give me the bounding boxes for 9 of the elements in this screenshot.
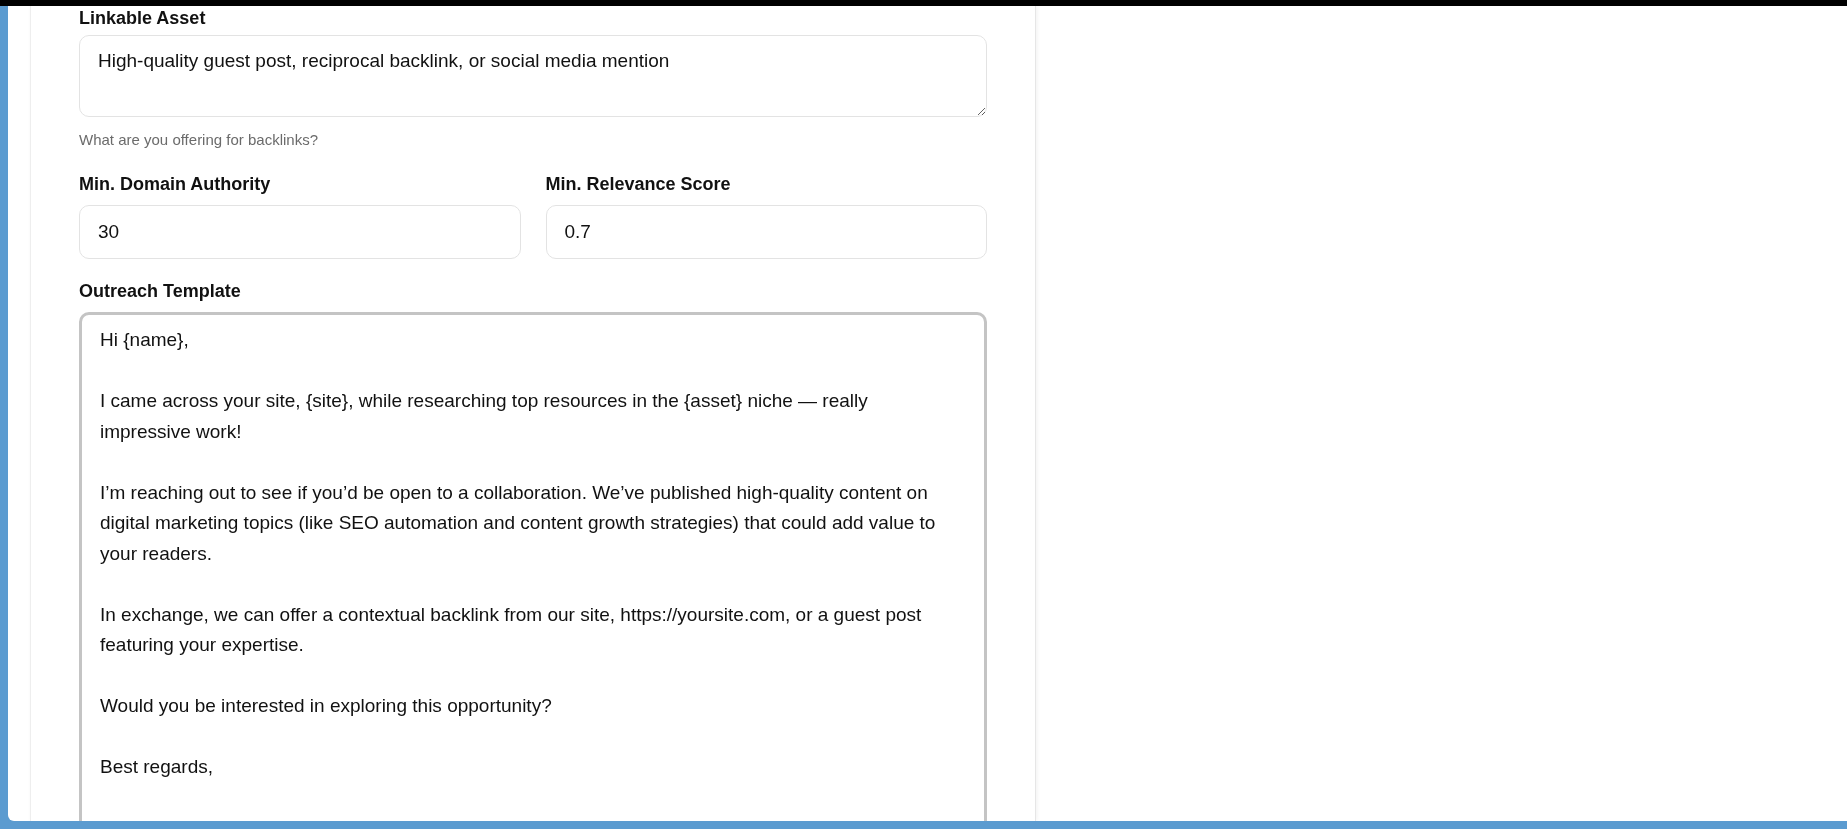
- number-field[interactable]: 0.7: [545, 205, 987, 259]
- field-label: Outreach Template: [79, 281, 242, 302]
- field-label: Min. Domain Authority: [79, 174, 272, 195]
- number-field[interactable]: 30: [79, 205, 521, 259]
- outreach-template-field[interactable]: Hi {name}, I came across your site, {site}, while researching top resources in the {asset} niche — really impressive work! I’m reaching out to see if you’d be open to a collaboration. We’ve published high-quality content on digital marketing topics (like SEO automation and content growth strategies) that could add value to your readers. In exchange, we can offer a contextual backlink from our site, https://yoursite.com, or a guest post featuring your expertise. Would you be interested in exploring this opportunity? Best regards,: [79, 312, 987, 821]
- field-label: Min. Relevance Score: [545, 174, 732, 195]
- linkable-asset-field[interactable]: High-quality guest post, reciprocal backlink, or social media mention: [79, 35, 987, 117]
- field-label: Linkable Asset: [79, 8, 207, 29]
- helper-text: What are you offering for backlinks?: [79, 131, 319, 148]
